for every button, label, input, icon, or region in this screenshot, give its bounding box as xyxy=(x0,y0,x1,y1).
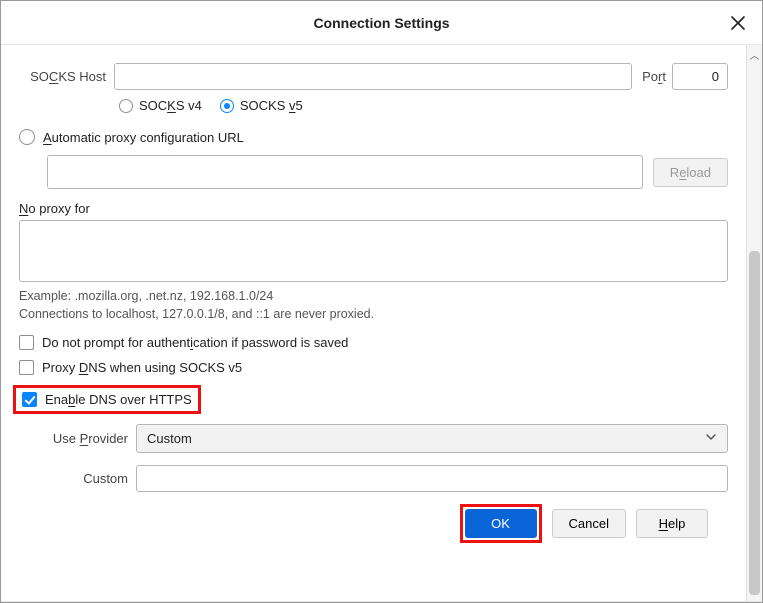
dialog-title: Connection Settings xyxy=(313,15,449,31)
ok-button[interactable]: OK xyxy=(465,509,537,538)
provider-select[interactable]: Custom xyxy=(136,424,728,453)
no-proxy-note: Connections to localhost, 127.0.0.1/8, a… xyxy=(19,307,728,321)
auto-pac-url-row: Reload xyxy=(47,155,728,189)
highlight-enable-doh: Enable DNS over HTTPS xyxy=(13,385,201,414)
help-button[interactable]: Help xyxy=(636,509,708,538)
no-proxy-textarea[interactable] xyxy=(19,220,728,282)
enable-dns-over-https-checkbox[interactable]: Enable DNS over HTTPS xyxy=(22,392,192,407)
custom-provider-label: Custom xyxy=(41,471,136,486)
radio-indicator-icon xyxy=(119,99,133,113)
checkbox-icon xyxy=(19,360,34,375)
custom-provider-input[interactable] xyxy=(136,465,728,492)
socks-v4-label: SOCKS v4 xyxy=(139,98,202,113)
reload-button[interactable]: Reload xyxy=(653,158,728,187)
socks-port-label: Port xyxy=(642,69,666,84)
auto-pac-radio[interactable]: Automatic proxy configuration URL xyxy=(19,129,728,145)
dialog-titlebar: Connection Settings xyxy=(1,1,762,45)
no-prompt-auth-checkbox[interactable]: Do not prompt for authentication if pass… xyxy=(19,335,728,350)
provider-row: Use Provider Custom xyxy=(41,424,728,453)
close-icon[interactable] xyxy=(726,11,750,35)
enable-doh-label: Enable DNS over HTTPS xyxy=(45,392,192,407)
chevron-down-icon xyxy=(705,431,717,446)
checkbox-icon xyxy=(22,392,37,407)
auto-pac-url-input[interactable] xyxy=(47,155,643,189)
socks-version-group: SOCKS v4 SOCKS v5 xyxy=(119,98,728,113)
socks-v4-radio[interactable]: SOCKS v4 xyxy=(119,98,202,113)
use-provider-label: Use Provider xyxy=(41,431,136,446)
socks-host-row: SOCKS Host Port xyxy=(19,63,728,90)
socks-v5-label: SOCKS v5 xyxy=(240,98,303,113)
socks-host-input[interactable] xyxy=(114,63,632,90)
socks-host-label: SOCKS Host xyxy=(19,69,114,84)
highlight-ok-button: OK xyxy=(460,504,542,543)
radio-indicator-icon xyxy=(220,99,234,113)
connection-settings-dialog: Connection Settings SOCKS Host Port xyxy=(0,0,763,603)
socks-port-input[interactable] xyxy=(672,63,728,90)
proxy-dns-socks5-checkbox[interactable]: Proxy DNS when using SOCKS v5 xyxy=(19,360,728,375)
checkbox-icon xyxy=(19,335,34,350)
scroll-up-icon: ︿ xyxy=(747,47,762,62)
vertical-scrollbar[interactable]: ︿ xyxy=(746,45,762,601)
dialog-button-bar: OK Cancel Help xyxy=(19,494,728,553)
no-proxy-example: Example: .mozilla.org, .net.nz, 192.168.… xyxy=(19,289,728,303)
radio-indicator-icon xyxy=(19,129,35,145)
socks-v5-radio[interactable]: SOCKS v5 xyxy=(220,98,303,113)
custom-provider-row: Custom xyxy=(41,465,728,492)
no-proxy-label: No proxy for xyxy=(19,201,728,216)
dialog-content: SOCKS Host Port SOCKS v4 SOCKS v5 xyxy=(1,45,746,601)
no-prompt-auth-label: Do not prompt for authentication if pass… xyxy=(42,335,348,350)
proxy-dns-socks5-label: Proxy DNS when using SOCKS v5 xyxy=(42,360,242,375)
no-proxy-section: No proxy for Example: .mozilla.org, .net… xyxy=(19,201,728,321)
cancel-button[interactable]: Cancel xyxy=(552,509,626,538)
provider-selected-value: Custom xyxy=(147,431,192,446)
auto-pac-label: Automatic proxy configuration URL xyxy=(43,130,244,145)
scroll-thumb[interactable] xyxy=(749,251,760,595)
